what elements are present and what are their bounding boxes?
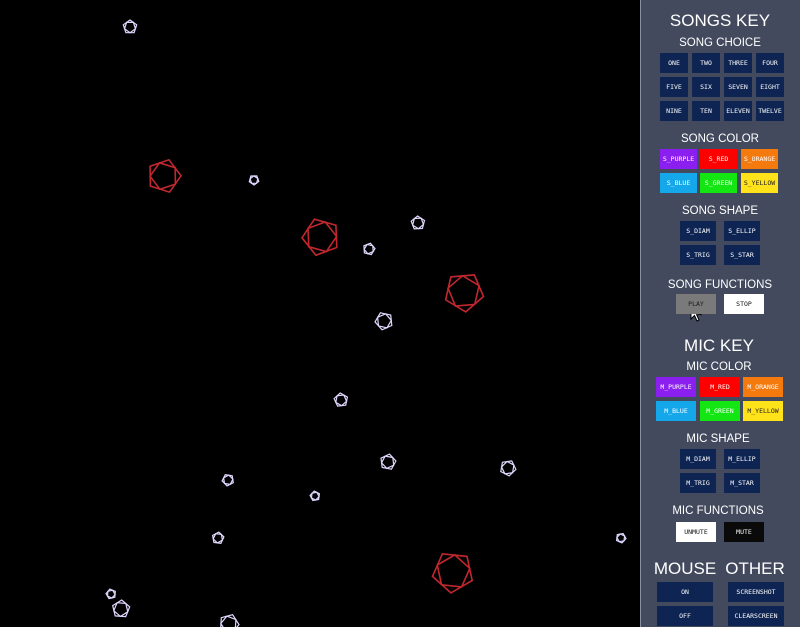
large-pentagon-shape: [149, 158, 182, 194]
song-stop-button[interactable]: STOP: [724, 294, 764, 314]
song-play-button[interactable]: PLAY: [676, 294, 716, 314]
song-choice-button-twelve[interactable]: TWELVE: [756, 101, 784, 121]
small-pentagon-shape: [333, 392, 349, 407]
other-title: OTHER: [725, 559, 785, 578]
small-pentagon-shape: [380, 453, 397, 470]
mic-color-button-purple[interactable]: M_PURPLE: [656, 377, 696, 397]
songs-key-title: SONGS KEY: [669, 11, 771, 30]
song-color-button-orange[interactable]: S_ORANGE: [741, 149, 778, 169]
mic-unmute-button[interactable]: UNMUTE: [676, 522, 716, 542]
mic-shape-button-trig[interactable]: M_TRIG: [680, 473, 716, 493]
song-choice-button-two[interactable]: TWO: [692, 53, 720, 73]
mic-color-button-orange[interactable]: M_ORANGE: [743, 377, 783, 397]
large-pentagon-shape: [301, 218, 338, 257]
small-pentagon-shape: [122, 19, 138, 34]
song-choice-button-eight[interactable]: EIGHT: [756, 77, 784, 97]
small-pentagon-shape: [112, 599, 131, 618]
song-choice-button-ten[interactable]: TEN: [692, 101, 720, 121]
small-pentagon-shape: [500, 460, 517, 477]
small-pentagon-shape: [211, 531, 225, 544]
small-pentagon-shape: [374, 312, 393, 331]
mic-shape-button-star[interactable]: M_STAR: [724, 473, 760, 493]
small-pentagon-shape: [410, 215, 426, 230]
mic-functions-heading: MIC FUNCTIONS: [672, 505, 764, 517]
mouse-on-button[interactable]: ON: [657, 582, 713, 602]
song-choice-button-six[interactable]: SIX: [692, 77, 720, 97]
clearscreen-button[interactable]: CLEARSCREEN: [728, 606, 784, 626]
song-shape-button-trig[interactable]: S_TRIG: [680, 245, 716, 265]
small-pentagon-shape: [248, 175, 260, 186]
mic-color-button-blue[interactable]: M_BLUE: [656, 401, 696, 421]
small-pentagon-shape: [363, 242, 376, 256]
song-shape-button-star[interactable]: S_STAR: [724, 245, 760, 265]
mic-shape-button-diam[interactable]: M_DIAM: [680, 449, 716, 469]
song-choice-button-nine[interactable]: NINE: [660, 101, 688, 121]
mic-color-button-yellow[interactable]: M_YELLOW: [743, 401, 783, 421]
song-shape-heading: SONG SHAPE: [681, 205, 759, 217]
song-color-button-green[interactable]: S_GREEN: [700, 173, 737, 193]
mic-shape-heading: MIC SHAPE: [686, 433, 750, 445]
mic-color-heading: MIC COLOR: [686, 361, 752, 373]
screenshot-button[interactable]: SCREENSHOT: [728, 582, 784, 602]
song-color-button-red[interactable]: S_RED: [700, 149, 737, 169]
song-choice-button-eleven[interactable]: ELEVEN: [724, 101, 752, 121]
song-choice-button-three[interactable]: THREE: [724, 53, 752, 73]
mic-shape-button-ellip[interactable]: M_ELLIP: [724, 449, 760, 469]
song-choice-button-one[interactable]: ONE: [660, 53, 688, 73]
mic-key-title: MIC KEY: [684, 336, 754, 355]
mic-color-button-green[interactable]: M_GREEN: [700, 401, 740, 421]
mic-color-button-red[interactable]: M_RED: [700, 377, 740, 397]
song-choice-button-seven[interactable]: SEVEN: [724, 77, 752, 97]
visualizer-canvas[interactable]: [0, 0, 640, 627]
large-pentagon-shape: [444, 274, 485, 313]
song-color-heading: SONG COLOR: [681, 133, 759, 145]
song-shape-button-ellip[interactable]: S_ELLIP: [724, 221, 760, 241]
song-shape-button-diam[interactable]: S_DIAM: [680, 221, 716, 241]
song-functions-heading: SONG FUNCTIONS: [667, 279, 773, 291]
song-color-button-blue[interactable]: S_BLUE: [660, 173, 697, 193]
song-choice-heading: SONG CHOICE: [679, 37, 761, 49]
song-color-button-purple[interactable]: S_PURPLE: [660, 149, 697, 169]
shapes-layer: [105, 19, 627, 627]
small-pentagon-shape: [105, 588, 116, 600]
mouse-off-button[interactable]: OFF: [657, 606, 713, 626]
song-choice-button-five[interactable]: FIVE: [660, 77, 688, 97]
mic-mute-button[interactable]: MUTE: [724, 522, 764, 542]
large-pentagon-shape: [431, 552, 474, 594]
small-pentagon-shape: [220, 614, 240, 627]
mouse-title: MOUSE: [653, 559, 717, 578]
song-color-button-yellow[interactable]: S_YELLOW: [741, 173, 778, 193]
small-pentagon-shape: [615, 532, 627, 544]
small-pentagon-shape: [309, 490, 321, 502]
song-choice-button-four[interactable]: FOUR: [756, 53, 784, 73]
small-pentagon-shape: [221, 474, 234, 487]
